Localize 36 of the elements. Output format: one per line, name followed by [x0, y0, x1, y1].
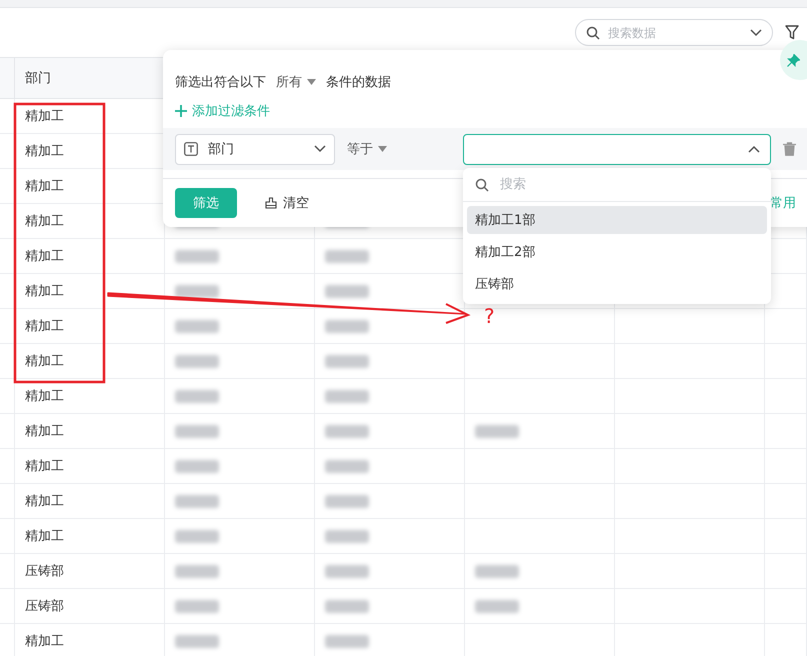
dropdown-option[interactable]: 精加工1部	[467, 206, 767, 234]
search-icon	[475, 178, 489, 192]
dropdown-search-field[interactable]: 搜索	[463, 168, 771, 202]
table-cell: 精加工	[15, 449, 165, 483]
plus-icon	[175, 105, 187, 117]
table-cell: 精加工	[15, 484, 165, 518]
table-cell: 精加工	[15, 239, 165, 273]
match-select[interactable]: 所有	[276, 72, 316, 90]
table-cell: 精加工	[15, 624, 165, 656]
table-cell: 精加工	[15, 414, 165, 448]
table-cell: 压铸部	[15, 554, 165, 588]
chevron-up-icon	[748, 145, 760, 153]
caret-down-icon	[378, 146, 387, 152]
filter-icon[interactable]	[785, 25, 799, 40]
annotation-question-mark: ?	[484, 304, 495, 328]
brush-icon	[265, 197, 277, 209]
search-icon	[586, 26, 600, 40]
text-field-icon	[184, 142, 198, 156]
search-field[interactable]: 搜索数据	[575, 19, 773, 46]
table-cell: 精加工	[15, 379, 165, 413]
operator-select[interactable]: 等于	[347, 140, 451, 158]
filter-suffix-text: 条件的数据	[326, 74, 391, 90]
chevron-down-icon	[314, 145, 326, 153]
trash-icon[interactable]	[783, 142, 796, 156]
field-select[interactable]: 部门	[175, 134, 335, 164]
table-cell: 精加工	[15, 519, 165, 553]
value-select[interactable]	[463, 134, 771, 164]
clear-button[interactable]: 清空	[265, 194, 309, 212]
pin-icon	[787, 54, 800, 66]
table-cell: 精加工	[15, 344, 165, 378]
search-input[interactable]: 搜索数据	[606, 24, 744, 40]
caret-down-icon	[307, 78, 316, 84]
chevron-down-icon	[750, 28, 762, 36]
table-cell: 压铸部	[15, 589, 165, 623]
table-cell: 精加工	[15, 309, 165, 343]
filter-intro-text: 筛选出符合以下	[175, 74, 266, 90]
